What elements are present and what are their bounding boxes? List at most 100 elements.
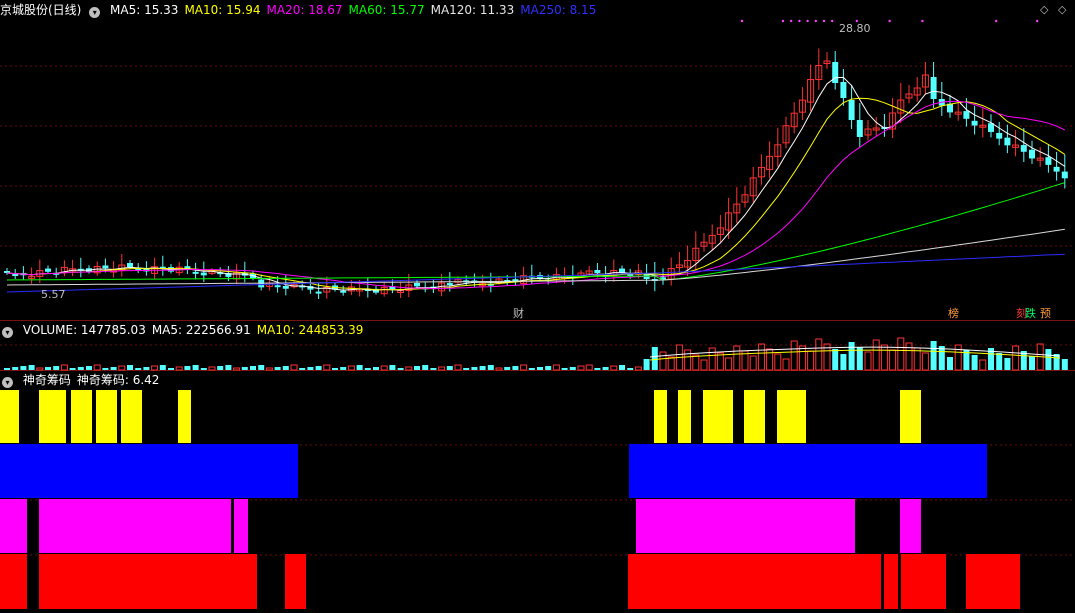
volume-bar [667,356,675,371]
volume-bar [552,364,560,371]
volume-bar [996,353,1003,370]
volume-bar [537,367,543,370]
volume-bar [947,357,953,370]
indicator-band-block [285,554,306,609]
candle-body [45,268,51,272]
volume-bar [512,366,519,370]
volume-bar [290,364,298,371]
volume-bar [602,367,609,370]
indicator-band-block [966,554,1020,609]
volume-bar [700,359,708,371]
indicator-band-block [0,499,27,553]
candle-body [1020,145,1027,152]
volume-bar [921,352,929,371]
volume-bar [766,348,774,371]
candle-body [192,271,199,274]
volume-bar [323,364,331,371]
volume-bar [545,366,552,370]
volume-bar [651,347,658,370]
candle-body [1029,149,1035,159]
volume-bar [479,366,486,370]
volume-bar [619,365,625,370]
volume-bar [848,342,855,370]
volume-bar [373,367,379,370]
indicator-band-block [900,390,921,443]
volume-bar [364,368,371,370]
candle-body [594,270,601,274]
candle-body [200,272,207,276]
signal-dot [995,19,998,23]
volume-bar [36,367,44,371]
volume-bar [725,357,733,371]
candle-body [1045,157,1052,165]
indicator-band-block [654,390,667,443]
volume-bar [430,368,437,370]
volume-bar [634,366,642,371]
volume-bar [954,344,962,371]
volume-bar [258,365,265,370]
volume-bar [627,368,634,370]
volume-bar [12,367,19,370]
volume-bar [184,366,191,370]
volume-bar [774,353,782,371]
volume-bar [979,359,987,371]
indicator-band-block [71,390,92,443]
indicator-band-block [96,390,117,443]
volume-bar [200,368,207,370]
volume-bar [307,367,314,370]
indicator-band-block [0,444,298,498]
volume-bar [610,365,618,371]
volume-bar [397,368,404,370]
volume-bar [971,355,978,370]
signal-dot [822,19,826,23]
candle-body [315,291,322,294]
signal-dot [814,19,817,23]
volume-bar [807,350,815,371]
candle-body [1053,166,1060,172]
volume-bar [1029,356,1035,370]
volume-bar [60,364,68,371]
candle-body [996,132,1003,139]
indicator-band-block [744,390,765,443]
volume-bar [528,368,535,370]
volume-bar [692,354,700,371]
volume-bar [77,367,84,370]
volume-bar [241,367,248,370]
signal-dot [831,19,834,23]
ma60-line [6,182,1065,281]
high-price-label: 28.80 [839,22,871,35]
stock-chart-window: { "price_panel": { "stock_name": "京城股份(日… [0,0,1075,613]
volume-bar [380,365,388,371]
candle-body [1004,137,1011,146]
volume-bar [118,365,126,371]
volume-bar [347,365,355,371]
signal-dot [1036,19,1039,23]
indicator-band-block [901,554,946,609]
candle-body [930,77,937,99]
volume-bar [708,347,716,371]
indicator-band-block [178,390,191,443]
signal-dot [740,19,744,23]
volume-bar [815,338,823,371]
volume-bar [265,367,273,371]
volume-bar [53,366,60,370]
volume-bar [782,358,790,371]
indicator-band-block [121,390,142,443]
signal-dot [921,19,924,23]
candle-body [963,111,970,119]
volume-bar [471,367,478,370]
volume-bar [28,365,35,370]
volume-bar [897,337,905,371]
volume-bar [832,349,839,370]
volume-bar [110,367,117,370]
volume-bar [913,347,921,371]
ma5-line [6,76,1066,291]
candle-body [848,100,855,120]
volume-bar [422,365,429,370]
volume-bar [840,354,847,370]
volume-bar [757,343,765,371]
signal-dot [781,19,785,23]
volume-bar [561,368,568,370]
volume-bar [332,368,338,370]
volume-bar [356,365,363,370]
